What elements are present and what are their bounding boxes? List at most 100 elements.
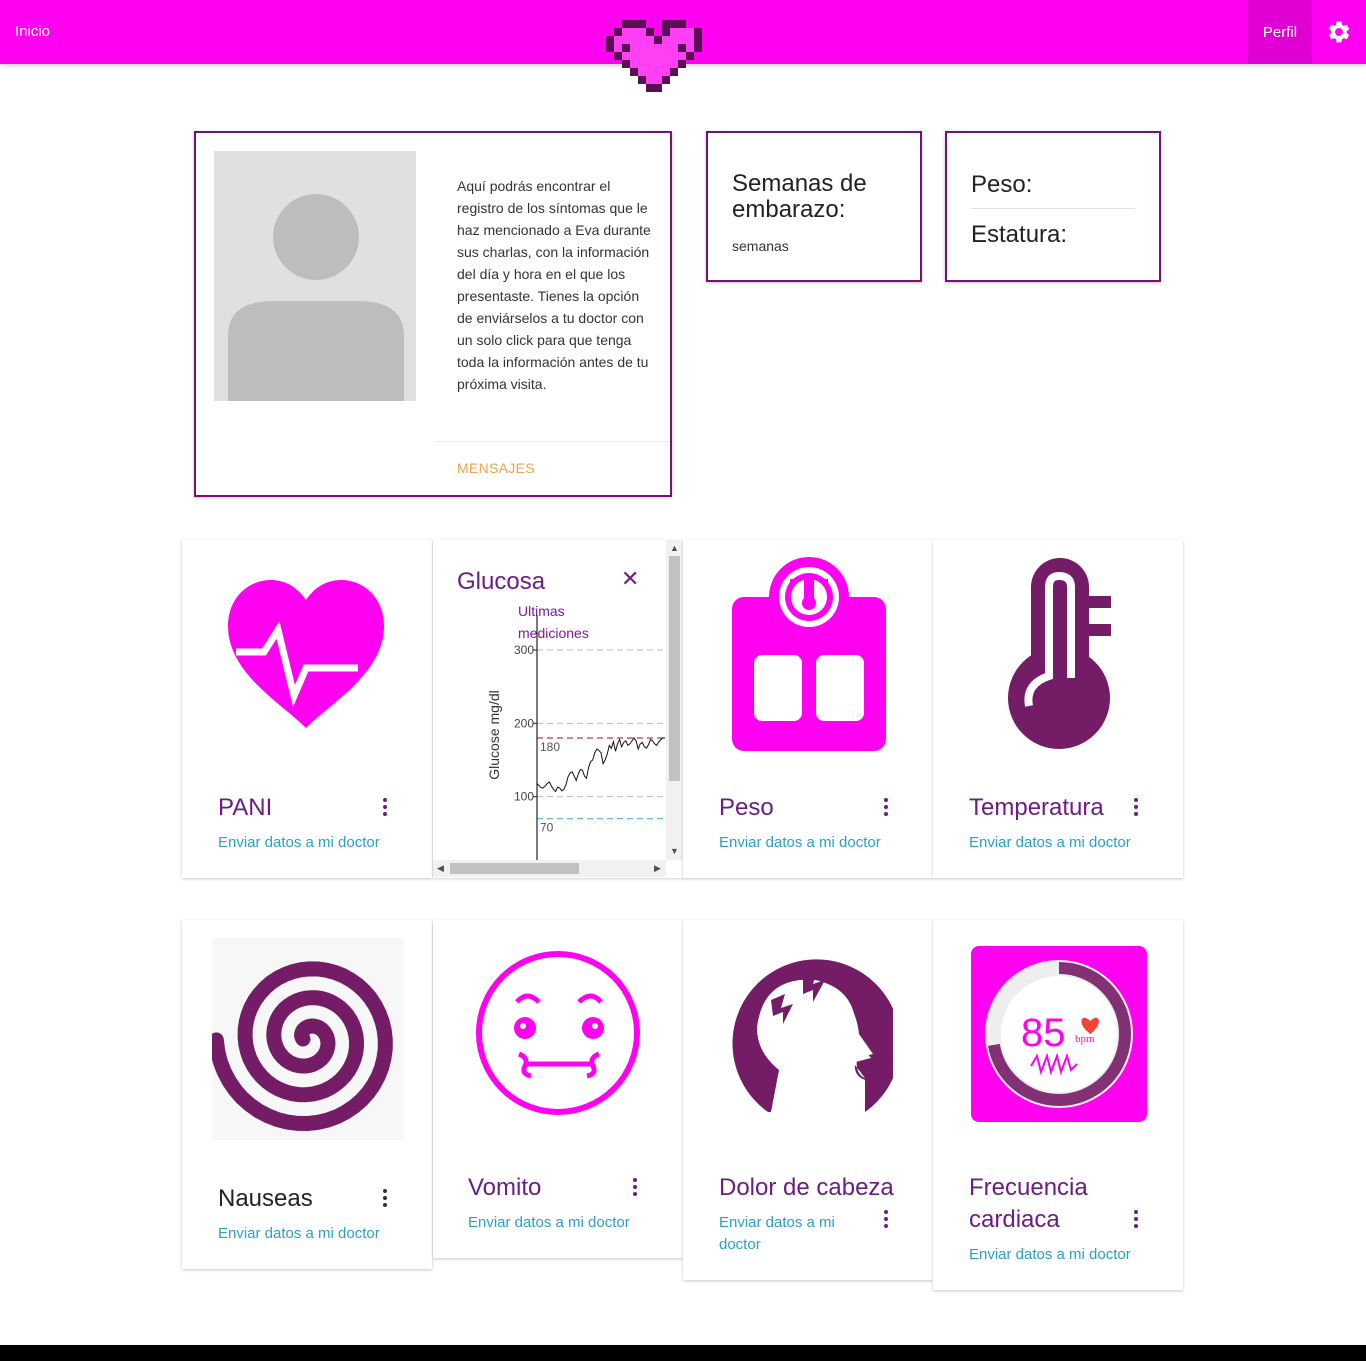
logo-pixel <box>638 36 646 44</box>
send-to-doctor-link[interactable]: Enviar datos a mi doctor <box>969 832 1131 854</box>
logo-pixel <box>662 28 670 36</box>
bpm-value: 85 <box>1021 1011 1066 1055</box>
spiral-icon <box>212 938 404 1140</box>
send-to-doctor-link[interactable]: Enviar datos a mi doctor <box>719 1212 859 1256</box>
logo-pixel <box>654 68 662 76</box>
logo-pixel <box>662 76 670 84</box>
logo-pixel <box>662 44 670 52</box>
logo-pixel <box>654 84 662 92</box>
tile-frecuencia-cardiaca[interactable]: 85 bpm Frecuencia cardiaca Enviar datos … <box>933 920 1183 1290</box>
pregnancy-weeks-unit: semanas <box>732 238 789 254</box>
close-icon[interactable]: ✕ <box>621 566 641 591</box>
divider <box>971 208 1135 209</box>
gear-icon[interactable] <box>1326 19 1352 45</box>
logo-pixel <box>614 52 622 60</box>
logo-pixel <box>646 68 654 76</box>
scroll-left-icon[interactable]: ◀ <box>437 863 444 874</box>
logo-pixel <box>670 68 678 76</box>
nav-home-link[interactable]: Inicio <box>15 23 50 40</box>
tile-title: Temperatura <box>969 794 1104 821</box>
avatar <box>214 151 416 401</box>
logo-pixel <box>646 44 654 52</box>
more-vert-icon[interactable] <box>882 1210 890 1230</box>
more-vert-icon[interactable] <box>381 1189 389 1209</box>
logo-pixel <box>614 44 622 52</box>
logo-pixel <box>646 76 654 84</box>
logo-pixel <box>662 68 670 76</box>
vertical-scrollbar[interactable]: ▲ ▼ <box>666 540 683 860</box>
logo-pixel <box>622 36 630 44</box>
logo-pixel <box>630 68 638 76</box>
tile-temperatura[interactable]: Temperatura Enviar datos a mi doctor <box>933 540 1183 878</box>
glucose-title: Glucosa <box>457 568 546 595</box>
tile-pani[interactable]: PANI Enviar datos a mi doctor <box>182 540 432 878</box>
scroll-down-icon[interactable]: ▼ <box>670 846 679 856</box>
horizontal-scrollbar[interactable]: ◀ ▶ <box>433 860 666 877</box>
tile-title: Vomito <box>468 1174 542 1201</box>
logo-pixel <box>630 44 638 52</box>
logo-pixel <box>670 52 678 60</box>
logo-pixel <box>638 52 646 60</box>
logo-pixel <box>654 36 662 44</box>
more-vert-icon[interactable] <box>882 798 890 818</box>
logo-pixel <box>670 60 678 68</box>
profile-card: Aquí podrás encontrar el registro de los… <box>194 131 672 497</box>
tile-title: Peso <box>719 794 774 821</box>
logo-pixel <box>646 28 654 36</box>
scrollbar-thumb[interactable] <box>669 556 680 781</box>
logo-pixel <box>686 52 694 60</box>
pregnancy-weeks-label: Semanas de embarazo: <box>732 170 867 223</box>
more-vert-icon[interactable] <box>631 1178 639 1198</box>
scroll-right-icon[interactable]: ▶ <box>654 863 661 874</box>
nauseous-face-icon <box>476 951 640 1115</box>
logo-pixel <box>686 44 694 52</box>
tile-dolor-de-cabeza[interactable]: Dolor de cabeza Enviar datos a mi doctor <box>683 920 933 1280</box>
logo-pixel <box>694 44 702 52</box>
send-to-doctor-link[interactable]: Enviar datos a mi doctor <box>218 1223 380 1245</box>
logo-pixel <box>654 60 662 68</box>
send-to-doctor-link[interactable]: Enviar datos a mi doctor <box>468 1212 630 1234</box>
tile-nauseas[interactable]: Nauseas Enviar datos a mi doctor <box>182 920 432 1269</box>
more-vert-icon[interactable] <box>1132 798 1140 818</box>
height-label: Estatura: <box>971 221 1068 248</box>
divider <box>434 441 670 442</box>
logo-pixel <box>646 36 654 44</box>
logo-pixel <box>630 60 638 68</box>
tile-vomito[interactable]: Vomito Enviar datos a mi doctor <box>433 920 683 1258</box>
pixel-heart-icon[interactable] <box>606 18 702 98</box>
logo-pixel <box>638 60 646 68</box>
logo-pixel <box>606 44 614 52</box>
logo-pixel <box>646 60 654 68</box>
nav-profile-link[interactable]: Perfil <box>1248 0 1312 64</box>
scroll-up-icon[interactable]: ▲ <box>670 543 679 553</box>
tile-title: Nauseas <box>218 1185 313 1212</box>
send-to-doctor-link[interactable]: Enviar datos a mi doctor <box>719 832 881 854</box>
logo-pixel <box>622 20 630 28</box>
logo-pixel <box>678 36 686 44</box>
scale-icon <box>732 557 886 751</box>
logo-pixel <box>630 36 638 44</box>
logo-pixel <box>678 20 686 28</box>
glucose-panel: Glucosa ✕ Ultimas mediciones 01002003001… <box>433 540 683 878</box>
tile-title: Dolor de cabeza <box>719 1174 894 1201</box>
send-to-doctor-link[interactable]: Enviar datos a mi doctor <box>218 832 380 854</box>
heart-pulse-icon <box>228 580 384 728</box>
logo-pixel <box>630 20 638 28</box>
body-measures-card: Peso: Estatura: <box>945 131 1161 282</box>
more-vert-icon[interactable] <box>381 798 389 818</box>
logo-pixel <box>638 20 646 28</box>
y-tick-label: 200 <box>514 716 534 730</box>
tile-peso[interactable]: Peso Enviar datos a mi doctor <box>683 540 933 878</box>
logo-pixel <box>614 36 622 44</box>
logo-pixel <box>606 36 614 44</box>
logo-pixel <box>622 52 630 60</box>
send-to-doctor-link[interactable]: Enviar datos a mi doctor <box>969 1244 1131 1266</box>
more-vert-icon[interactable] <box>1132 1210 1140 1230</box>
logo-pixel <box>662 20 670 28</box>
logo-pixel <box>694 36 702 44</box>
headache-icon <box>732 959 893 1112</box>
scrollbar-thumb[interactable] <box>450 863 579 874</box>
glucose-chart: 010020030018070Glucose mg/dl <box>486 615 665 860</box>
logo-pixel <box>638 28 646 36</box>
messages-button[interactable]: MENSAJES <box>457 460 535 476</box>
